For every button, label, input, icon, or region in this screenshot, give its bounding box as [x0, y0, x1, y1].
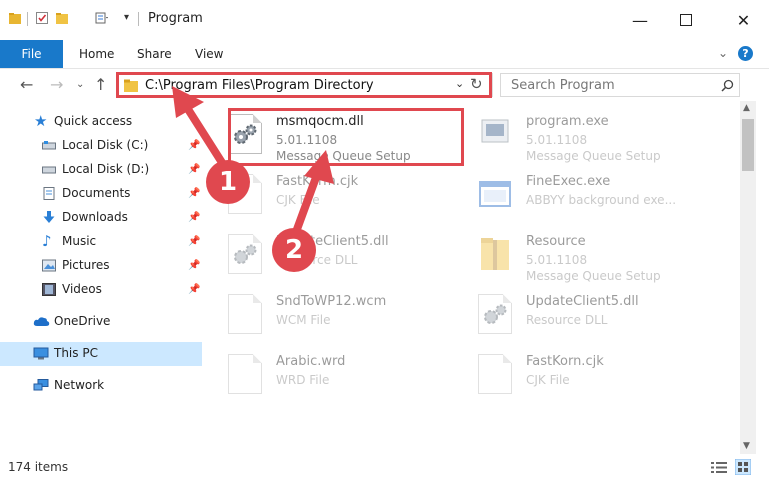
arrow-1: [172, 86, 232, 176]
step-2-badge: 2: [272, 228, 316, 272]
step-1-badge: 1: [206, 160, 250, 204]
annotation-arrows: [172, 86, 334, 236]
arrow-2: [292, 150, 334, 236]
